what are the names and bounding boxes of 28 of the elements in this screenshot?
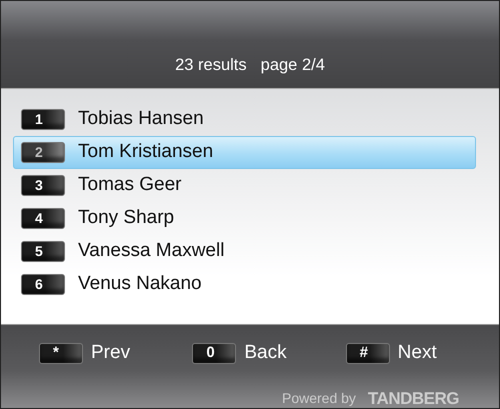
nav-label[interactable]: Back <box>244 339 287 368</box>
contact-name: Tomas Geer <box>78 173 182 198</box>
key-badge: 6 <box>21 274 65 295</box>
contact-name: Tom Kristiansen <box>78 140 214 164</box>
nav-label[interactable]: Next <box>398 339 437 368</box>
result-row[interactable]: 6 Venus Nakano <box>13 268 476 301</box>
key-badge[interactable]: # <box>346 342 390 364</box>
key-badge[interactable]: * <box>39 342 83 364</box>
result-row[interactable]: 5 Vanessa Maxwell <box>13 235 476 268</box>
key-badge: 3 <box>21 175 65 196</box>
results-count: 23 results <box>175 55 247 76</box>
key-badge: 2 <box>21 142 65 163</box>
key-badge: 4 <box>21 208 65 229</box>
result-row[interactable]: 4 Tony Sharp <box>13 202 476 235</box>
result-row[interactable]: 3 Tomas Geer <box>13 169 476 202</box>
contact-name: Vanessa Maxwell <box>78 239 224 264</box>
result-row[interactable]: 2 Tom Kristiansen <box>13 136 476 169</box>
powered-by-text: Powered by <box>282 388 356 408</box>
key-badge: 1 <box>21 109 65 130</box>
page-indicator: page 2/4 <box>260 55 325 76</box>
contact-name: Venus Nakano <box>78 272 202 296</box>
result-row[interactable]: 1 Tobias Hansen <box>13 103 476 136</box>
contact-name: Tony Sharp <box>78 206 174 230</box>
key-badge: 5 <box>21 241 65 262</box>
key-badge[interactable]: 0 <box>192 342 236 364</box>
brand-logo: TANDBERG <box>368 388 459 409</box>
contact-name: Tobias Hansen <box>78 107 204 132</box>
nav-label[interactable]: Prev <box>91 339 130 368</box>
